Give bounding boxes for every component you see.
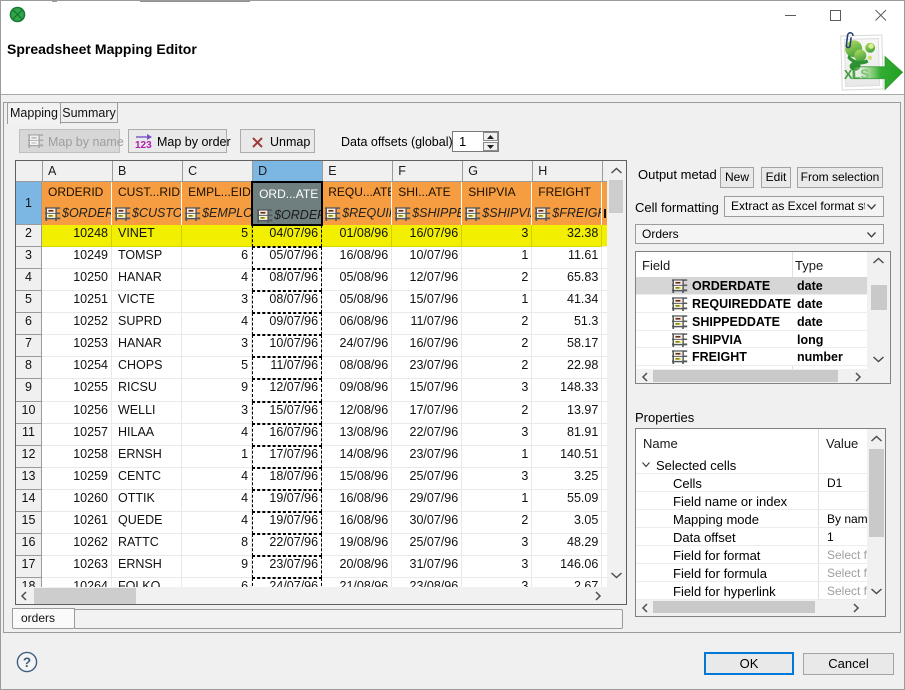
svg-text:?: ? — [23, 655, 31, 670]
